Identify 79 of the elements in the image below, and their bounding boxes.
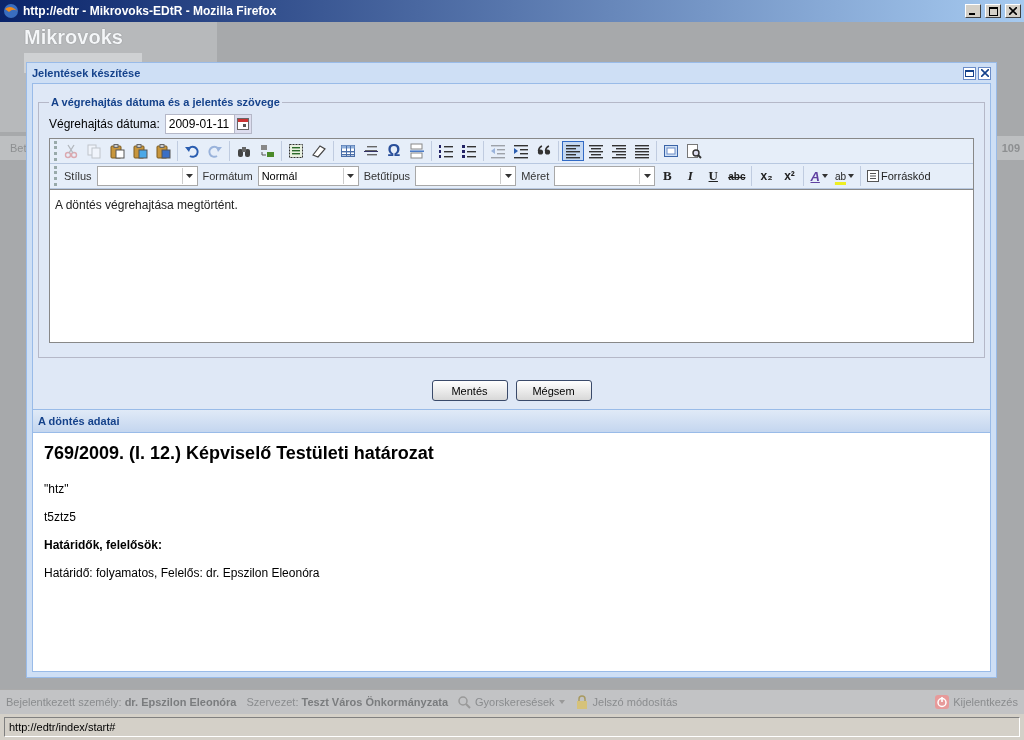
maximize-icon	[663, 143, 679, 159]
dropdown-field[interactable]	[415, 166, 517, 186]
underline-button[interactable]: U	[702, 166, 725, 186]
source-button[interactable]: Forráskód	[864, 166, 934, 186]
combo-label: Betűtípus	[363, 170, 411, 182]
dialog-title: Jelentések készítése	[32, 67, 141, 79]
caret-icon	[848, 174, 854, 178]
caret-icon	[347, 174, 355, 178]
paragraph: t5ztz5	[44, 510, 77, 524]
editor-text[interactable]: A döntés végrehajtása megtörtént.	[50, 189, 973, 342]
bg-color-button[interactable]: ab	[831, 166, 857, 186]
paragraph: "htz"	[44, 482, 70, 496]
combo-label: Formátum	[202, 170, 253, 182]
caret-icon	[821, 174, 828, 178]
align-center-icon	[588, 143, 604, 159]
save-button[interactable]: Mentés	[431, 380, 508, 401]
undo-icon	[184, 143, 200, 159]
scissors-icon	[63, 143, 79, 159]
cancel-button[interactable]: Mégsem	[515, 380, 592, 401]
italic-button[interactable]: I	[679, 166, 702, 186]
user-info: Bejelentkezett személy: dr. Epszilon Eleonóra	[6, 696, 237, 708]
caret-icon	[643, 174, 651, 178]
panel-title: A döntés adatai	[38, 415, 120, 427]
superscript-button[interactable]: x²	[778, 166, 801, 186]
document-icon	[867, 170, 879, 182]
clipboard-icon	[109, 143, 125, 159]
redo-icon	[207, 143, 223, 159]
caret-icon	[186, 174, 193, 178]
caret-icon	[504, 174, 512, 178]
special-char-button[interactable]: Ω	[383, 141, 405, 161]
align-left-button[interactable]	[562, 141, 584, 161]
eraser-icon	[311, 143, 327, 159]
bold-button[interactable]: B	[656, 166, 679, 186]
maximize-icon	[988, 6, 998, 16]
dropdown-field[interactable]	[554, 166, 656, 186]
text-color-button[interactable]: A	[807, 166, 831, 186]
date-field[interactable]: 2009-01-11	[164, 114, 235, 134]
power-icon	[935, 695, 950, 709]
bullet-list-icon	[461, 143, 477, 159]
numbered-list-icon	[438, 143, 454, 159]
dropdown-field[interactable]	[96, 166, 198, 186]
decision-heading: 769/2009. (I. 12.) Képviselő Testületi határozat	[44, 443, 435, 464]
combo-label: Stílus	[64, 170, 92, 182]
align-right-icon	[611, 143, 627, 159]
close-icon	[1009, 7, 1017, 15]
search-icon	[458, 695, 472, 709]
page-break-icon	[409, 143, 425, 159]
align-left-icon	[565, 143, 581, 159]
minimize-button[interactable]	[965, 4, 981, 18]
calendar-icon	[236, 118, 249, 130]
select-all-icon	[288, 143, 304, 159]
maximize-button[interactable]	[963, 66, 976, 80]
dropdown-field[interactable]: Normál	[257, 166, 359, 186]
date-label: Végrehajtás dátuma:	[49, 117, 160, 131]
replace-icon	[259, 143, 275, 159]
app-logo: Mikrovoks	[24, 26, 124, 49]
window-title: http://edtr - Mikrovoks-EDtR - Mozilla Firefox	[23, 4, 278, 18]
fieldset-legend: A végrehajtás dátuma és a jelentés szövege	[49, 96, 282, 108]
table-icon	[340, 143, 356, 159]
outdent-icon	[490, 143, 506, 159]
org-info: Szervezet: Teszt Város Önkormányzata	[246, 696, 449, 708]
caret-icon	[558, 700, 565, 704]
paragraph: Határidő: folyamatos, Felelős: dr. Epszilon Eleonóra	[44, 566, 321, 580]
strike-button[interactable]: abc	[725, 166, 749, 186]
subscript-button[interactable]: x₂	[755, 166, 778, 186]
clipboard-icon	[155, 143, 171, 159]
preview-icon	[686, 143, 702, 159]
close-icon	[980, 69, 989, 77]
close-button[interactable]	[978, 66, 991, 80]
copy-icon	[86, 143, 102, 159]
maximize-icon	[965, 69, 974, 77]
paragraph: Határidők, felelősök:	[44, 538, 164, 552]
lock-icon	[574, 695, 589, 709]
clipboard-icon	[132, 143, 148, 159]
status-bar: http://edtr/index/start#	[4, 717, 1020, 737]
globe-icon	[3, 3, 19, 19]
align-justify-icon	[634, 143, 650, 159]
combo-label: Méret	[521, 170, 550, 182]
indent-icon	[513, 143, 529, 159]
